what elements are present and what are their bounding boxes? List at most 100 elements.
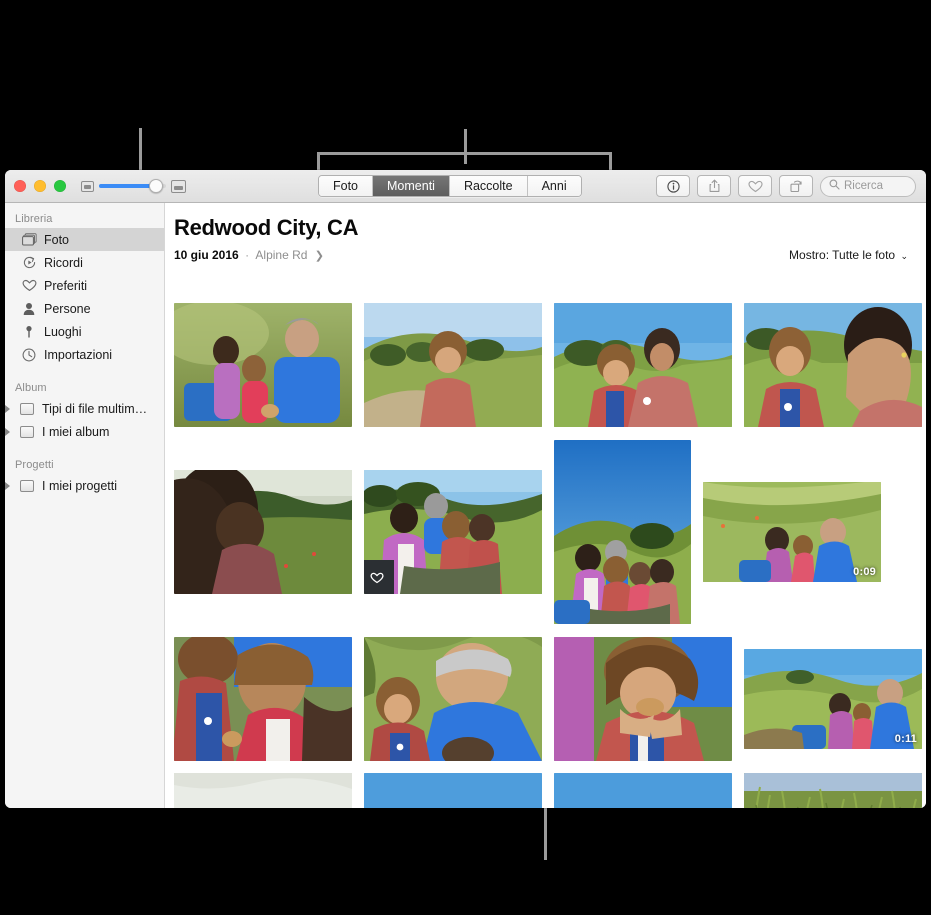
photo-image	[364, 637, 542, 761]
photo-thumbnail[interactable]	[174, 773, 352, 808]
screenshot-root: Foto Momenti Raccolte Anni	[0, 0, 931, 915]
sidebar-item-label: Tipi di file multim…	[42, 402, 147, 416]
photo-image	[364, 303, 542, 427]
page-title: Redwood City, CA	[174, 215, 912, 241]
memories-icon	[21, 255, 37, 271]
moment-meta: 10 giu 2016 · Alpine Rd ❯	[174, 248, 324, 262]
view-mode-segmented-control[interactable]: Foto Momenti Raccolte Anni	[318, 175, 582, 197]
zoom-slider-knob[interactable]	[149, 179, 163, 193]
chevron-right-icon[interactable]	[5, 428, 10, 436]
rotate-icon	[789, 179, 803, 193]
chevron-right-icon[interactable]: ❯	[315, 250, 324, 262]
moment-date: 10 giu 2016	[174, 248, 239, 262]
traffic-light-buttons	[14, 180, 66, 192]
sidebar-item-preferiti[interactable]: Preferiti	[5, 274, 164, 297]
photo-thumbnail[interactable]	[554, 303, 732, 427]
photo-image	[364, 470, 542, 594]
sidebar-item-luoghi[interactable]: Luoghi	[5, 320, 164, 343]
photos-icon	[21, 232, 37, 248]
video-duration-badge: 0:09	[853, 566, 876, 578]
large-thumbnail-icon[interactable]	[171, 180, 186, 193]
heart-icon	[748, 180, 763, 193]
callout-bracket-top	[317, 152, 612, 155]
info-button[interactable]	[656, 175, 690, 197]
photo-thumbnail[interactable]: 0:09	[703, 482, 881, 582]
subtitle-row: 10 giu 2016 · Alpine Rd ❯ Mostro: Tutte …	[174, 248, 912, 262]
photo-thumbnail[interactable]	[744, 773, 922, 808]
toolbar-right-group: Ricerca	[656, 175, 916, 197]
chevron-right-icon[interactable]	[5, 405, 10, 413]
sidebar-item-foto[interactable]: Foto	[5, 228, 164, 251]
minimize-button[interactable]	[34, 180, 46, 192]
zoom-slider-fill	[99, 184, 156, 188]
share-button[interactable]	[697, 175, 731, 197]
sidebar-item-label: Ricordi	[44, 256, 83, 270]
showing-value: Tutte le foto	[832, 248, 895, 262]
window-body: Libreria Foto	[5, 203, 926, 808]
sidebar-item-ricordi[interactable]: Ricordi	[5, 251, 164, 274]
close-button[interactable]	[14, 180, 26, 192]
sidebar-item-persone[interactable]: Persone	[5, 297, 164, 320]
photo-image	[174, 773, 352, 808]
photo-thumbnail[interactable]	[364, 470, 542, 594]
photo-image	[174, 637, 352, 761]
photo-grid: 0:09	[174, 303, 926, 808]
tab-foto[interactable]: Foto	[319, 176, 373, 196]
meta-separator: ·	[245, 248, 249, 262]
search-icon	[829, 177, 840, 195]
favorite-badge-icon	[370, 571, 384, 589]
sidebar-item-label: Foto	[44, 233, 69, 247]
search-input[interactable]: Ricerca	[820, 176, 916, 197]
photo-thumbnail[interactable]: 0:11	[744, 649, 922, 749]
pin-icon	[21, 324, 37, 340]
clock-icon	[21, 347, 37, 363]
sidebar-item-tipi-di-file-multimediali[interactable]: Tipi di file multim…	[5, 397, 164, 420]
heart-icon	[21, 278, 37, 294]
showing-filter-popup[interactable]: Mostro: Tutte le foto ⌄	[789, 248, 908, 262]
photo-thumbnail[interactable]	[174, 303, 352, 427]
photo-thumbnail[interactable]	[554, 637, 732, 761]
photo-thumbnail[interactable]	[744, 303, 922, 427]
photo-thumbnail[interactable]	[174, 470, 352, 594]
person-icon	[21, 301, 37, 317]
tab-raccolte[interactable]: Raccolte	[450, 176, 528, 196]
sidebar-header-progetti: Progetti	[5, 455, 164, 474]
photo-image	[744, 303, 922, 427]
photo-image	[554, 303, 732, 427]
window-toolbar: Foto Momenti Raccolte Anni	[5, 170, 926, 203]
content-area: Redwood City, CA 10 giu 2016 · Alpine Rd…	[165, 203, 926, 808]
sidebar-item-label: Preferiti	[44, 279, 87, 293]
photo-thumbnail[interactable]	[364, 303, 542, 427]
photo-image	[174, 303, 352, 427]
sidebar-item-i-miei-progetti[interactable]: I miei progetti	[5, 474, 164, 497]
sidebar-header-album: Album	[5, 378, 164, 397]
photo-thumbnail[interactable]	[554, 773, 732, 808]
showing-label: Mostro:	[789, 248, 829, 262]
sidebar-item-label: Persone	[44, 302, 91, 316]
tab-anni[interactable]: Anni	[528, 176, 581, 196]
favorite-button[interactable]	[738, 175, 772, 197]
moment-place-link[interactable]: Alpine Rd	[255, 248, 307, 262]
sidebar-item-label: Importazioni	[44, 348, 112, 362]
photo-image	[554, 637, 732, 761]
sidebar-item-importazioni[interactable]: Importazioni	[5, 343, 164, 366]
zoom-slider-track[interactable]	[99, 184, 166, 188]
photo-thumbnail[interactable]	[554, 440, 691, 624]
chevron-right-icon[interactable]	[5, 482, 10, 490]
tab-momenti[interactable]: Momenti	[373, 176, 450, 196]
sidebar-item-label: I miei progetti	[42, 479, 117, 493]
thumbnail-zoom-slider[interactable]	[81, 180, 186, 193]
rotate-button[interactable]	[779, 175, 813, 197]
info-icon	[667, 180, 680, 193]
photo-thumbnail[interactable]	[364, 637, 542, 761]
small-thumbnail-icon[interactable]	[81, 181, 94, 192]
search-placeholder: Ricerca	[844, 180, 883, 192]
zoom-button[interactable]	[54, 180, 66, 192]
photos-app-window: Foto Momenti Raccolte Anni	[5, 170, 926, 808]
album-icon	[19, 478, 35, 494]
sidebar-item-i-miei-album[interactable]: I miei album	[5, 420, 164, 443]
photo-grid-row	[174, 303, 926, 427]
photo-thumbnail[interactable]	[174, 637, 352, 761]
photo-thumbnail[interactable]	[364, 773, 542, 808]
content-header: Redwood City, CA 10 giu 2016 · Alpine Rd…	[165, 203, 926, 262]
